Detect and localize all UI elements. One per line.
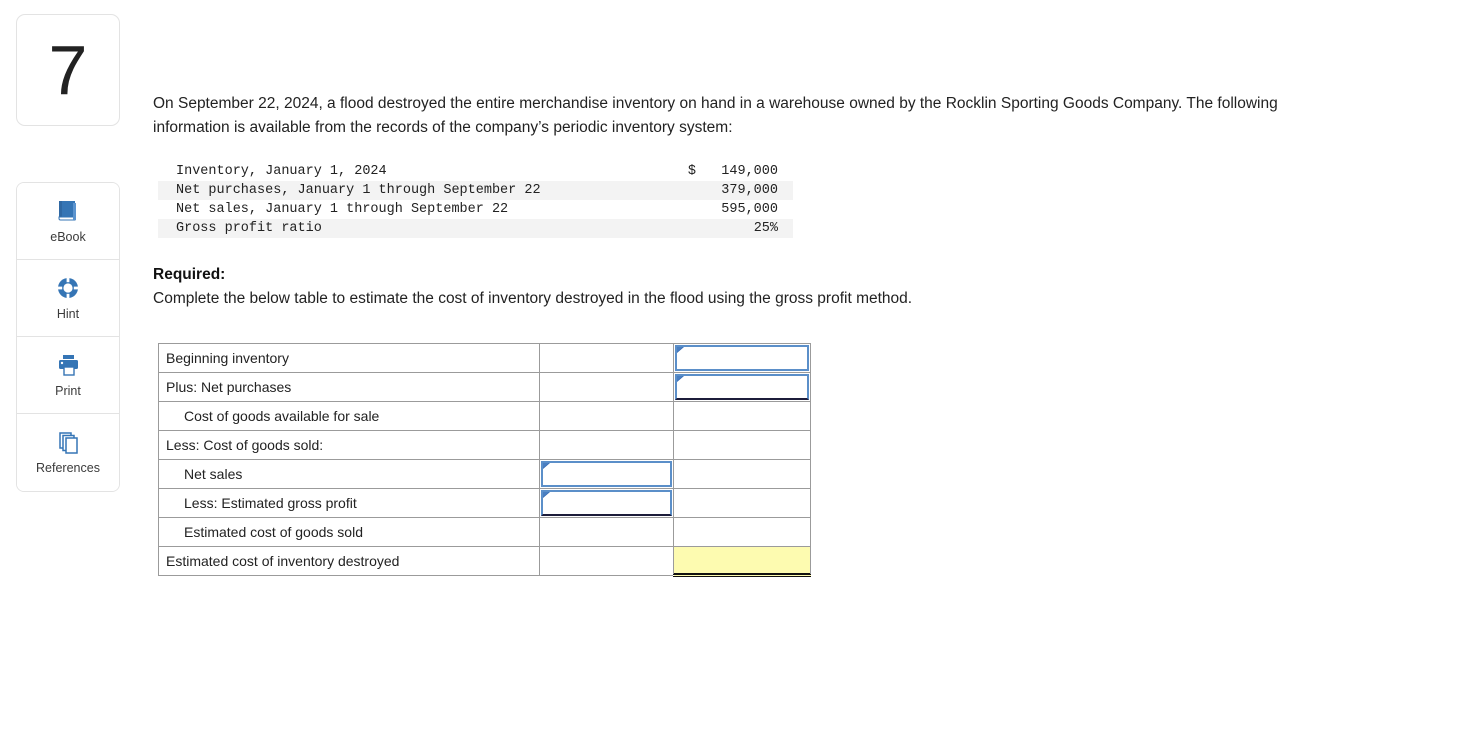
main-content: On September 22, 2024, a flood destroyed… — [153, 0, 1473, 310]
fact-label: Net sales, January 1 through September 2… — [176, 202, 509, 217]
table-row: Estimated cost of inventory destroyed — [158, 546, 811, 577]
cell-marker-icon — [677, 347, 684, 359]
table-row: Less: Estimated gross profit — [158, 488, 811, 518]
row-col2-cell — [539, 372, 674, 402]
net-purchases-input-cell[interactable] — [673, 372, 811, 402]
fact-label: Net purchases, January 1 through Septemb… — [176, 183, 541, 198]
print-button[interactable]: Print — [17, 337, 119, 414]
fact-symbol — [675, 181, 701, 200]
table-row: Cost of goods available for sale — [158, 401, 811, 431]
given-data-body: Inventory, January 1, 2024 $ 149,000 Net… — [158, 162, 793, 238]
table-row: Inventory, January 1, 2024 $ 149,000 — [158, 162, 793, 181]
ebook-button[interactable]: eBook — [17, 183, 119, 260]
fact-label: Gross profit ratio — [176, 221, 322, 236]
row-label: Net sales — [158, 459, 540, 489]
ebook-icon — [58, 200, 76, 220]
tool-button-stack: eBook Hint Print References — [16, 182, 120, 492]
row-col2-cell — [539, 430, 674, 460]
references-label: References — [36, 461, 100, 475]
hint-button[interactable]: Hint — [17, 260, 119, 337]
row-col3-cell — [673, 401, 811, 431]
table-row: Gross profit ratio 25% — [158, 219, 793, 238]
row-col3-cell — [673, 459, 811, 489]
answer-table-body: Beginning inventory Plus: Net purchases — [158, 343, 811, 577]
given-data-table: Inventory, January 1, 2024 $ 149,000 Net… — [158, 162, 793, 238]
fact-value: 379,000 — [721, 183, 778, 198]
net-purchases-input[interactable] — [675, 374, 809, 400]
row-col3-cell — [673, 430, 811, 460]
table-row: Net sales, January 1 through September 2… — [158, 200, 793, 219]
table-row: Estimated cost of goods sold — [158, 517, 811, 547]
row-label: Beginning inventory — [158, 343, 540, 373]
references-button[interactable]: References — [17, 414, 119, 491]
row-label: Estimated cost of inventory destroyed — [158, 546, 540, 576]
question-number-badge: 7 — [16, 14, 120, 126]
estimated-inventory-destroyed-answer-cell[interactable] — [673, 546, 811, 577]
table-row: Net sales — [158, 459, 811, 489]
fact-label: Inventory, January 1, 2024 — [176, 164, 387, 179]
row-label: Cost of goods available for sale — [158, 401, 540, 431]
cell-marker-icon — [543, 492, 550, 504]
table-row: Plus: Net purchases — [158, 372, 811, 402]
lifebuoy-icon — [57, 276, 79, 299]
fact-value: 149,000 — [721, 164, 778, 179]
answer-table: Beginning inventory Plus: Net purchases — [158, 343, 811, 577]
fact-symbol: $ — [687, 164, 696, 179]
table-row: Less: Cost of goods sold: — [158, 430, 811, 460]
hint-label: Hint — [56, 306, 80, 321]
net-sales-input-cell[interactable] — [539, 459, 674, 489]
fact-value: 595,000 — [721, 202, 778, 217]
fact-symbol — [675, 200, 701, 219]
row-col2-cell — [539, 401, 674, 431]
estimated-gross-profit-input-cell[interactable] — [539, 488, 674, 518]
beginning-inventory-input-cell[interactable] — [673, 343, 811, 373]
row-label: Plus: Net purchases — [158, 372, 540, 402]
required-instructions: Complete the below table to estimate the… — [153, 290, 913, 307]
row-col3-cell — [673, 517, 811, 547]
row-label: Estimated cost of goods sold — [158, 517, 540, 547]
required-heading: Required: — [153, 266, 226, 283]
estimated-gross-profit-input[interactable] — [541, 490, 672, 516]
question-prompt: On September 22, 2024, a flood destroyed… — [153, 95, 1278, 136]
row-col3-cell — [673, 488, 811, 518]
references-icon — [59, 432, 78, 454]
row-col2-cell — [539, 517, 674, 547]
cell-marker-icon — [543, 463, 550, 475]
row-label: Less: Cost of goods sold: — [158, 430, 540, 460]
table-row: Net purchases, January 1 through Septemb… — [158, 181, 793, 200]
table-row: Beginning inventory — [158, 343, 811, 373]
fact-value: 25% — [753, 221, 778, 236]
print-label: Print — [55, 383, 81, 398]
cell-marker-icon — [677, 376, 684, 388]
row-label: Less: Estimated gross profit — [158, 488, 540, 518]
net-sales-input[interactable] — [541, 461, 672, 487]
ebook-label: eBook — [50, 229, 86, 244]
printer-icon — [59, 354, 78, 376]
beginning-inventory-input[interactable] — [675, 345, 809, 371]
fact-symbol — [675, 219, 701, 238]
row-col2-cell — [539, 343, 674, 373]
left-rail: 7 eBook Hint Print References — [16, 14, 120, 492]
question-number: 7 — [48, 31, 88, 109]
question-page: 7 eBook Hint Print References On Septemb… — [0, 0, 1484, 736]
row-col2-cell — [539, 546, 674, 576]
